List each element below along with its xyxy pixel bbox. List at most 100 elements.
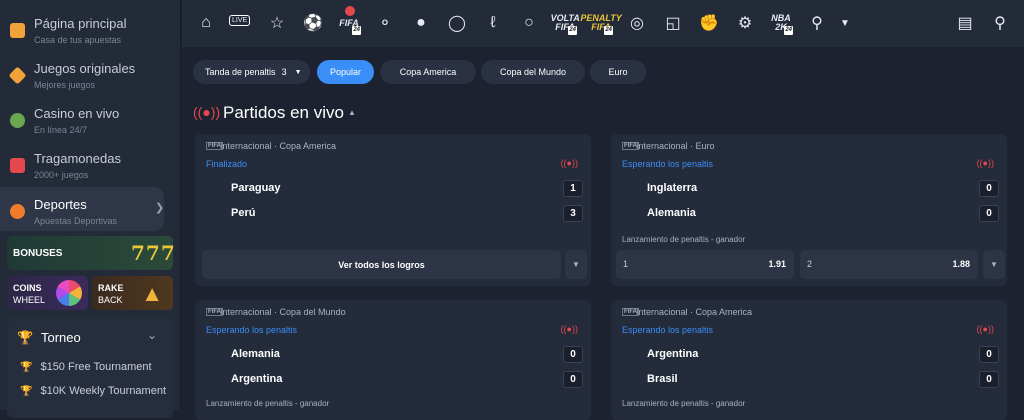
sidebar-item-subtitle: En línea 24/7	[34, 125, 88, 135]
team-score: 3	[563, 205, 583, 222]
market-title: Lanzamiento de penaltis - ganador	[622, 399, 746, 408]
badge-24: 24	[784, 26, 793, 35]
tournament-item[interactable]: 🏆 $150 Free Tournament	[20, 361, 152, 373]
live-broadcast-icon: ((●))	[560, 158, 578, 168]
roulette-icon	[10, 113, 25, 128]
rakeback-banner[interactable]: RAKE BACK ▲	[92, 276, 173, 310]
sidebar: Página principal Casa de tus apuestas Ju…	[0, 0, 181, 418]
team-name: Argentina	[231, 373, 283, 385]
penalty-fifa-icon[interactable]: PENALTY FIFA 24	[580, 10, 622, 36]
coins-pile-icon: ▲	[141, 281, 163, 306]
betslip-icon[interactable]: ▤	[952, 10, 978, 36]
tournament-title[interactable]: Torneo	[41, 330, 81, 345]
ping-pong-icon[interactable]: ◎	[624, 10, 650, 36]
hockey-icon[interactable]: ℓ	[480, 10, 506, 36]
caret-up-icon[interactable]: ▲	[348, 108, 356, 117]
match-competition[interactable]: Internacional · Copa del Mundo	[220, 307, 346, 317]
chevron-down-icon[interactable]: ⌄	[147, 328, 157, 342]
badge-24: 24	[352, 26, 361, 35]
section-title: Partidos en vivo	[223, 103, 344, 122]
match-card: FIFA Internacional · Copa America Espera…	[611, 300, 1007, 420]
odds-button[interactable]: 2 1.88	[800, 250, 978, 279]
team-name: Perú	[231, 207, 256, 219]
live-broadcast-icon: ((●))	[560, 324, 578, 334]
sidebar-item-title: Casino en vivo	[34, 106, 120, 121]
cricket-icon[interactable]: ⚲	[804, 10, 830, 36]
team-name: Alemania	[647, 207, 696, 219]
chevron-right-icon[interactable]: ❯	[155, 201, 164, 214]
bonuses-banner[interactable]: BONUSES 777	[7, 236, 175, 270]
sidebar-item-title: Página principal	[34, 16, 127, 31]
fist-icon[interactable]: ✊	[696, 10, 722, 36]
sidebar-item-subtitle: 2000+ juegos	[34, 170, 89, 180]
odds-key: 2	[807, 259, 813, 269]
rake-label: RAKE	[98, 283, 124, 293]
expand-chevron-icon[interactable]: ▼	[983, 250, 1005, 279]
filter-chip-copa-america[interactable]: Copa America	[380, 60, 476, 84]
tennis-icon[interactable]: ◯	[444, 10, 470, 36]
fire-icon	[345, 6, 355, 16]
sidebar-item-slots[interactable]: Tragamonedas 2000+ juegos	[0, 141, 181, 185]
sidebar-item-title: Deportes	[34, 197, 87, 212]
more-chevron-icon[interactable]: ▼	[832, 10, 858, 36]
team-score: 0	[979, 346, 999, 363]
odds-button[interactable]: 1 1.91	[616, 250, 794, 279]
volleyball-icon[interactable]: ○	[516, 10, 542, 36]
match-status: Finalizado	[206, 159, 248, 169]
match-competition[interactable]: Internacional · Copa America	[636, 307, 752, 317]
filter-chip-popular[interactable]: Popular	[317, 60, 374, 84]
live-broadcast-icon: ((●))	[976, 158, 994, 168]
soccer-icon[interactable]: ⚽	[300, 10, 326, 36]
sidebar-item-sports[interactable]: Deportes Apuestas Deportivas	[0, 187, 164, 231]
trophy-icon: 🏆	[20, 362, 33, 373]
search-icon[interactable]: ⚲	[987, 10, 1013, 36]
match-competition[interactable]: Internacional · Copa America	[220, 141, 336, 151]
badge-24: 24	[568, 26, 577, 35]
all-odds-button[interactable]: Ver todos los logros	[202, 250, 561, 279]
team-name: Alemania	[231, 348, 280, 360]
wheel-icon	[56, 280, 82, 306]
match-status: Esperando los penaltis	[622, 159, 714, 169]
team-name: Paraguay	[231, 182, 281, 194]
expand-chevron-icon[interactable]: ▼	[565, 250, 587, 279]
filter-chip-copa-mundo[interactable]: Copa del Mundo	[481, 60, 585, 84]
sports-nav-bar: ⌂ LIVE ☆ ⚽ FIFA 24 ⚬ ● ◯ ℓ ○ VOLTA FIFA 24…	[182, 0, 1024, 47]
dice-icon	[8, 66, 27, 85]
live-icon[interactable]: LIVE	[229, 15, 251, 26]
sidebar-item-home[interactable]: Página principal Casa de tus apuestas	[0, 6, 181, 50]
home-icon	[10, 23, 25, 38]
chat-ball-icon[interactable]: ◱	[660, 10, 686, 36]
caret-down-icon: ▼	[294, 68, 302, 76]
volta-fifa-icon[interactable]: VOLTA FIFA 24	[551, 10, 580, 36]
sidebar-item-live-casino[interactable]: Casino en vivo En línea 24/7	[0, 96, 181, 140]
headset-icon[interactable]: ⚬	[372, 10, 398, 36]
filter-tanda-dropdown[interactable]: Tanda de penaltis 3 ▼	[193, 60, 310, 84]
match-competition[interactable]: Internacional · Euro	[636, 141, 715, 151]
home-icon[interactable]: ⌂	[193, 10, 219, 36]
slot-icon	[10, 158, 25, 173]
match-card: FIFA Internacional · Copa del Mundo Espe…	[195, 300, 591, 420]
tournament-panel: 🏆 Torneo ⌄ 🏆 $150 Free Tournament 🏆 $10K W…	[7, 318, 173, 418]
sidebar-item-title: Juegos originales	[34, 61, 136, 76]
odds-value: 1.91	[768, 259, 786, 269]
star-icon[interactable]: ☆	[264, 10, 290, 36]
team-name: Argentina	[647, 348, 699, 360]
basketball-icon[interactable]: ●	[408, 10, 434, 36]
coins-label: COINS	[13, 283, 42, 293]
team-name: Brasil	[647, 373, 678, 385]
odds-key: 1	[623, 259, 629, 269]
esports-icon[interactable]: ⚙	[732, 10, 758, 36]
tournament-item[interactable]: 🏆 $10K Weekly Tournament	[20, 385, 166, 397]
sidebar-item-originals[interactable]: Juegos originales Mejores juegos	[0, 51, 181, 95]
filter-chip-euro[interactable]: Euro	[590, 60, 646, 84]
fifa-icon[interactable]: FIFA 24	[336, 6, 362, 36]
bonuses-label: BONUSES	[13, 248, 63, 259]
tournament-item-label: $150 Free Tournament	[40, 361, 152, 373]
coins-wheel-banner[interactable]: COINS WHEEL	[7, 276, 88, 310]
basketball-icon	[10, 204, 25, 219]
sidebar-item-title: Tragamonedas	[34, 151, 121, 166]
nba2k-icon[interactable]: NBA 2K 24	[768, 10, 794, 36]
market-title: Lanzamiento de penaltis - ganador	[622, 235, 746, 244]
live-label: LIVE	[232, 17, 248, 24]
tournament-item-label: $10K Weekly Tournament	[40, 385, 167, 397]
